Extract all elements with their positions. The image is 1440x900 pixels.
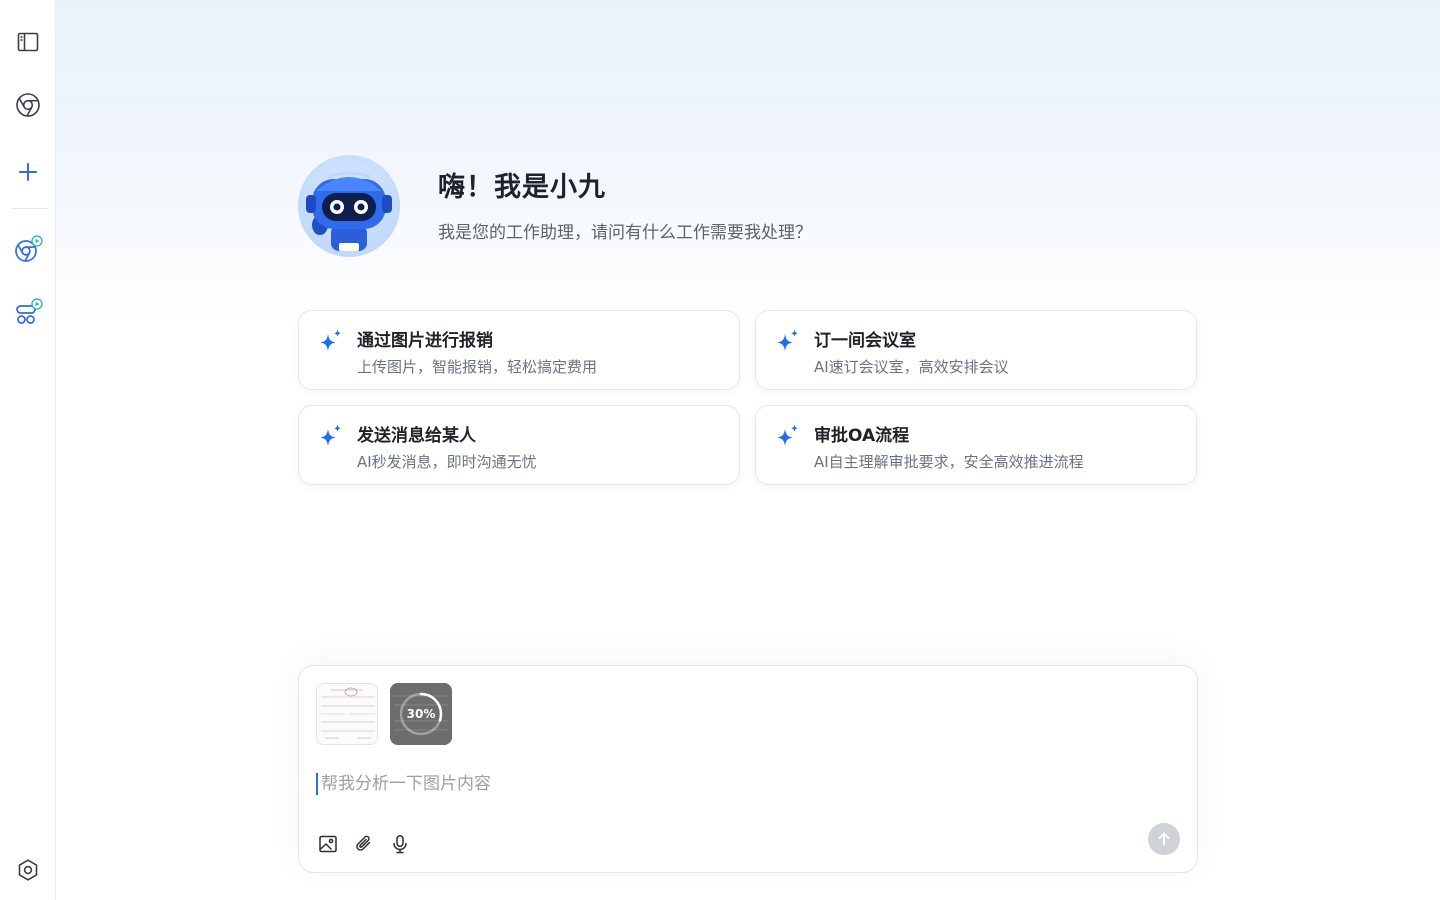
- welcome-section: 嗨！我是小九 我是您的工作助理，请问有什么工作需要我处理？: [298, 155, 1198, 265]
- toggle-sidebar-button[interactable]: [8, 22, 48, 62]
- plus-icon: [19, 163, 37, 181]
- new-chat-button[interactable]: [8, 152, 48, 192]
- card-title: 发送消息给某人: [357, 426, 476, 446]
- upload-progress-label: 30%: [406, 707, 436, 721]
- robot-mascot-icon: [306, 171, 392, 251]
- attachment-thumbnail[interactable]: [316, 683, 378, 745]
- sparkle-icon: [320, 424, 341, 446]
- text-caret: [316, 773, 318, 795]
- chat-composer: 30%: [298, 665, 1198, 873]
- sparkle-icon: [777, 329, 798, 351]
- chrome-icon: [16, 93, 40, 117]
- welcome-title: 嗨！我是小九: [438, 172, 606, 203]
- card-desc: AI速订会议室，高效安排会议: [814, 358, 1009, 376]
- settings-button[interactable]: [8, 850, 48, 890]
- welcome-subtitle: 我是您的工作助理，请问有什么工作需要我处理？: [438, 223, 812, 243]
- card-title: 订一间会议室: [814, 331, 916, 351]
- sparkle-icon: [777, 424, 798, 446]
- main-area: 嗨！我是小九 我是您的工作助理，请问有什么工作需要我处理？ 通过图片进行报销 上…: [56, 0, 1440, 900]
- arrow-up-icon: [1158, 832, 1170, 846]
- card-desc: AI秒发消息，即时沟通无忧: [357, 453, 537, 471]
- settings-hexagon-icon: [18, 859, 38, 881]
- attach-file-button[interactable]: [352, 832, 376, 856]
- suggestion-card-meeting-room[interactable]: 订一间会议室 AI速订会议室，高效安排会议: [755, 310, 1197, 390]
- sidebar-divider: [11, 208, 48, 209]
- sparkle-icon: [320, 329, 341, 351]
- robot-avatar: [298, 155, 400, 257]
- browser-agent-button[interactable]: [8, 229, 48, 269]
- suggestion-card-oa-approval[interactable]: 审批OA流程 AI自主理解审批要求，安全高效推进流程: [755, 405, 1197, 485]
- message-input[interactable]: [321, 770, 1141, 798]
- card-title: 审批OA流程: [814, 426, 910, 446]
- chrome-play-icon: [15, 235, 43, 262]
- image-icon: [319, 835, 337, 853]
- card-desc: AI自主理解审批要求，安全高效推进流程: [814, 453, 1084, 471]
- sidebar: [0, 0, 56, 900]
- agent-button[interactable]: [8, 292, 48, 332]
- card-desc: 上传图片，智能报销，轻松搞定费用: [357, 358, 598, 376]
- attachment-uploading-thumbnail[interactable]: 30%: [390, 683, 452, 745]
- receipt-image-icon: [317, 684, 377, 744]
- suggestion-card-reimburse[interactable]: 通过图片进行报销 上传图片，智能报销，轻松搞定费用: [298, 310, 740, 390]
- upload-image-button[interactable]: [316, 832, 340, 856]
- microphone-icon: [393, 835, 407, 854]
- card-title: 通过图片进行报销: [357, 331, 493, 351]
- send-button[interactable]: [1148, 823, 1180, 855]
- suggestion-card-send-message[interactable]: 发送消息给某人 AI秒发消息，即时沟通无忧: [298, 405, 740, 485]
- browser-button[interactable]: [8, 85, 48, 125]
- paperclip-icon: [356, 835, 371, 851]
- sidebar-panel-icon: [17, 32, 39, 52]
- robot-agent-icon: [16, 298, 43, 324]
- voice-input-button[interactable]: [388, 832, 412, 856]
